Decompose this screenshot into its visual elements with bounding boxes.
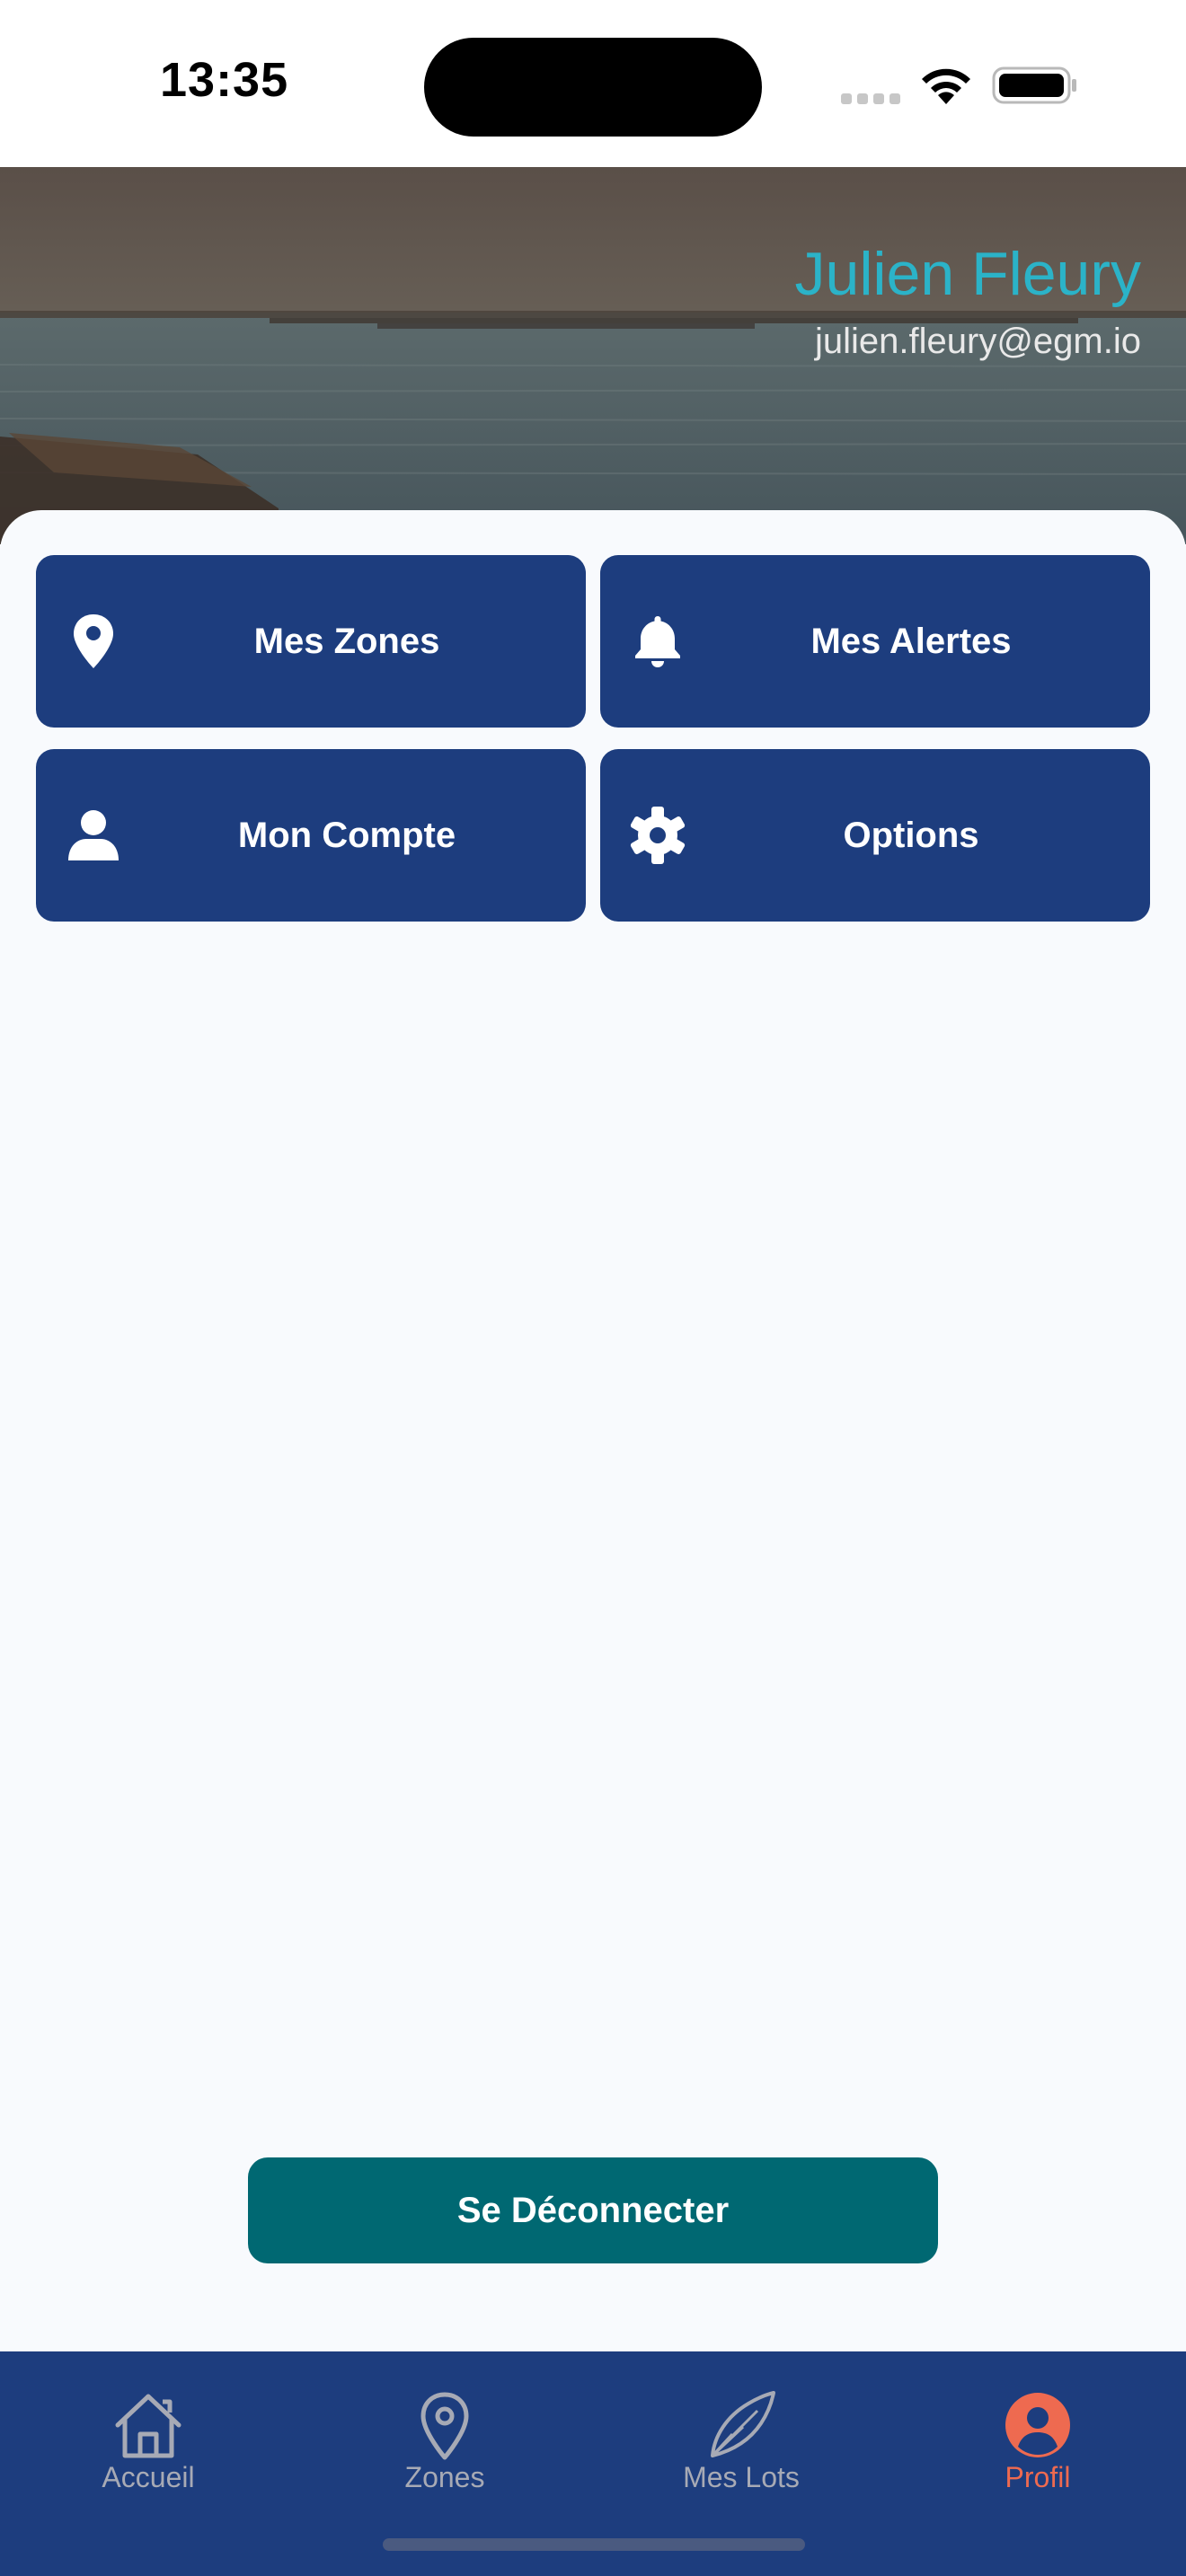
gear-icon — [630, 807, 686, 864]
tab-mes-lots[interactable]: Mes Lots — [642, 2373, 840, 2508]
status-time: 13:35 — [160, 53, 289, 107]
my-account-label: Mon Compte — [237, 815, 456, 855]
my-alerts-button[interactable]: Mes Alertes — [600, 555, 1150, 728]
tab-profil[interactable]: Profil — [939, 2373, 1137, 2508]
cellular-signal-icon — [841, 93, 902, 104]
tab-accueil-label: Accueil — [102, 2461, 195, 2493]
home-indicator — [383, 2538, 805, 2551]
map-pin-icon — [74, 614, 113, 668]
tab-zones[interactable]: Zones — [346, 2373, 544, 2508]
shell-icon — [711, 2391, 775, 2457]
profile-name: Julien Fleury — [794, 240, 1142, 308]
user-circle-icon — [1005, 2393, 1070, 2457]
map-pin-icon — [420, 2392, 469, 2460]
options-button[interactable]: Options — [600, 749, 1150, 922]
tab-mes-lots-label: Mes Lots — [683, 2461, 800, 2493]
home-icon — [115, 2394, 181, 2458]
profile-screen: 13:35 Julien Fleury julien.fleury@egm.io… — [0, 0, 1186, 2576]
my-zones-label: Mes Zones — [253, 621, 440, 661]
my-zones-button[interactable]: Mes Zones — [36, 555, 586, 728]
profile-header: Julien Fleury julien.fleury@egm.io — [0, 167, 1186, 544]
options-label: Options — [843, 815, 979, 855]
battery-icon — [992, 66, 1076, 104]
logout-button[interactable]: Se Déconnecter — [248, 2157, 938, 2263]
status-bar: 13:35 — [0, 0, 1186, 167]
my-account-button[interactable]: Mon Compte — [36, 749, 586, 922]
dynamic-island — [424, 38, 762, 137]
wifi-icon — [922, 68, 970, 104]
my-alerts-label: Mes Alertes — [810, 621, 1012, 661]
tab-profil-label: Profil — [1005, 2461, 1071, 2493]
tab-zones-label: Zones — [404, 2461, 485, 2493]
profile-email: julien.fleury@egm.io — [815, 322, 1141, 361]
tab-accueil[interactable]: Accueil — [49, 2373, 247, 2508]
user-icon — [68, 810, 119, 860]
bell-icon — [635, 616, 680, 667]
profile-content: Mes Zones Mes Alertes Mon Compte Options… — [0, 510, 1186, 2351]
